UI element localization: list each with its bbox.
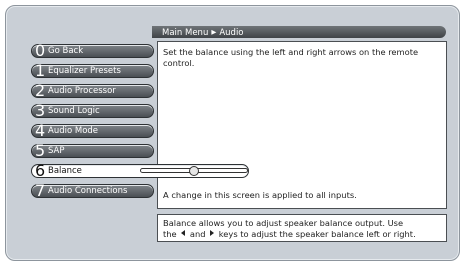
menu-item-number: 2: [35, 81, 46, 100]
help-panel: Balance allows you to adjust speaker bal…: [157, 214, 447, 242]
help-line-2-suffix: keys to adjust the speaker balance left …: [218, 229, 416, 239]
menu-item-number: 5: [35, 141, 46, 160]
menu-item-sap[interactable]: 5 SAP: [31, 141, 154, 160]
menu-item-label: Audio Mode: [48, 126, 99, 136]
content-panel: Set the balance using the left and right…: [157, 41, 447, 209]
menu-item-audio-mode[interactable]: 4 Audio Mode: [31, 121, 154, 140]
content-note: A change in this screen is applied to al…: [163, 190, 357, 200]
help-line-1: Balance allows you to adjust speaker bal…: [163, 218, 404, 228]
menu-item-number: 1: [35, 61, 46, 80]
menu-item-sound-logic[interactable]: 3 Sound Logic: [31, 101, 154, 120]
help-line-2-prefix: the: [163, 229, 177, 239]
help-line-2: the and keys to adjust the speaker balan…: [163, 229, 441, 240]
menu-item-label: Balance: [48, 166, 82, 176]
menu-item-label: Equalizer Presets: [48, 66, 121, 76]
menu-item-label: Audio Connections: [48, 186, 128, 196]
breadcrumb-parent: Main Menu: [162, 28, 209, 38]
menu-item-label: Go Back: [48, 46, 84, 56]
menu-item-number: 7: [35, 181, 46, 200]
menu-item-go-back[interactable]: 0 Go Back: [31, 41, 154, 60]
menu-item-label: Audio Processor: [48, 86, 116, 96]
breadcrumb-arrow-icon: ▶: [211, 28, 217, 36]
help-line-2-and: and: [189, 229, 206, 239]
content-description: Set the balance using the left and right…: [163, 47, 419, 68]
balance-slider-knob[interactable]: [189, 166, 199, 176]
right-arrow-icon: [210, 230, 215, 236]
menu-item-audio-processor[interactable]: 2 Audio Processor: [31, 81, 154, 100]
menu-item-number: 4: [35, 121, 46, 140]
menu-item-equalizer-presets[interactable]: 1 Equalizer Presets: [31, 61, 154, 80]
menu-item-number: 6: [35, 161, 46, 180]
left-arrow-icon: [181, 230, 186, 236]
menu-item-number: 3: [35, 101, 46, 120]
breadcrumb-current: Audio: [219, 28, 244, 38]
balance-slider[interactable]: [140, 166, 248, 176]
menu-item-label: Sound Logic: [48, 106, 100, 116]
breadcrumb: Main Menu ▶ Audio: [152, 26, 446, 38]
menu-item-number: 0: [35, 41, 46, 60]
menu-item-label: SAP: [48, 146, 65, 156]
menu-item-audio-connections[interactable]: 7 Audio Connections: [31, 181, 154, 200]
